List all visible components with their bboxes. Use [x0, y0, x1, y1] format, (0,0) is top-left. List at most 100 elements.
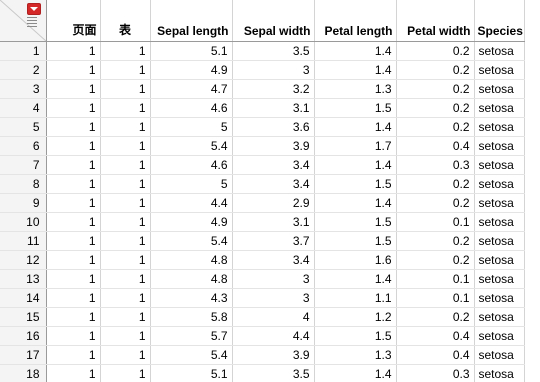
- cell-table[interactable]: 1: [100, 98, 151, 118]
- cell-petal-width[interactable]: 0.4: [396, 345, 475, 365]
- cell-page[interactable]: 1: [46, 155, 101, 175]
- row-number[interactable]: 2: [0, 60, 47, 80]
- cell-sepal-length[interactable]: 4.9: [150, 212, 233, 232]
- cell-sepal-width[interactable]: 3: [232, 60, 315, 80]
- cell-sepal-width[interactable]: 3.9: [232, 136, 315, 156]
- cell-table[interactable]: 1: [100, 288, 151, 308]
- cell-petal-length[interactable]: 1.4: [314, 60, 397, 80]
- cell-sepal-length[interactable]: 4.7: [150, 79, 233, 99]
- cell-petal-width[interactable]: 0.4: [396, 136, 475, 156]
- table-row[interactable]: 10 1 1 4.9 3.1 1.5 0.1 setosa: [0, 212, 525, 232]
- cell-sepal-length[interactable]: 4.6: [150, 155, 233, 175]
- cell-table[interactable]: 1: [100, 326, 151, 346]
- cell-species[interactable]: setosa: [474, 98, 525, 118]
- cell-petal-length[interactable]: 1.4: [314, 269, 397, 289]
- cell-sepal-width[interactable]: 3.6: [232, 117, 315, 137]
- column-header-table[interactable]: 表: [100, 0, 151, 42]
- table-row[interactable]: 1 1 1 5.1 3.5 1.4 0.2 setosa: [0, 41, 525, 61]
- cell-species[interactable]: setosa: [474, 174, 525, 194]
- cell-petal-width[interactable]: 0.1: [396, 288, 475, 308]
- cell-table[interactable]: 1: [100, 41, 151, 61]
- cell-petal-length[interactable]: 1.3: [314, 79, 397, 99]
- row-number[interactable]: 1: [0, 41, 47, 61]
- cell-sepal-length[interactable]: 4.4: [150, 193, 233, 213]
- cell-species[interactable]: setosa: [474, 288, 525, 308]
- row-number[interactable]: 8: [0, 174, 47, 194]
- row-number[interactable]: 13: [0, 269, 47, 289]
- cell-petal-length[interactable]: 1.5: [314, 98, 397, 118]
- column-header-species[interactable]: Species: [474, 0, 525, 42]
- column-header-sepal-width[interactable]: Sepal width: [232, 0, 315, 42]
- red-triangle-menu-icon[interactable]: [27, 3, 41, 15]
- cell-table[interactable]: 1: [100, 250, 151, 270]
- cell-sepal-width[interactable]: 3.5: [232, 364, 315, 382]
- cell-petal-width[interactable]: 0.1: [396, 269, 475, 289]
- cell-petal-width[interactable]: 0.4: [396, 326, 475, 346]
- row-number[interactable]: 3: [0, 79, 47, 99]
- cell-petal-width[interactable]: 0.2: [396, 41, 475, 61]
- cell-species[interactable]: setosa: [474, 269, 525, 289]
- cell-species[interactable]: setosa: [474, 307, 525, 327]
- cell-sepal-length[interactable]: 4.6: [150, 98, 233, 118]
- cell-petal-width[interactable]: 0.2: [396, 60, 475, 80]
- cell-sepal-width[interactable]: 3.4: [232, 250, 315, 270]
- cell-petal-width[interactable]: 0.2: [396, 250, 475, 270]
- cell-sepal-length[interactable]: 5.4: [150, 231, 233, 251]
- cell-sepal-width[interactable]: 3.4: [232, 174, 315, 194]
- cell-petal-length[interactable]: 1.1: [314, 288, 397, 308]
- cell-petal-width[interactable]: 0.3: [396, 155, 475, 175]
- cell-sepal-width[interactable]: 3.4: [232, 155, 315, 175]
- cell-species[interactable]: setosa: [474, 231, 525, 251]
- cell-species[interactable]: setosa: [474, 155, 525, 175]
- cell-petal-width[interactable]: 0.2: [396, 193, 475, 213]
- cell-petal-width[interactable]: 0.2: [396, 117, 475, 137]
- cell-petal-length[interactable]: 1.5: [314, 231, 397, 251]
- row-number[interactable]: 16: [0, 326, 47, 346]
- cell-page[interactable]: 1: [46, 41, 101, 61]
- cell-sepal-length[interactable]: 4.8: [150, 269, 233, 289]
- cell-page[interactable]: 1: [46, 174, 101, 194]
- cell-petal-length[interactable]: 1.5: [314, 212, 397, 232]
- cell-petal-width[interactable]: 0.2: [396, 174, 475, 194]
- cell-species[interactable]: setosa: [474, 79, 525, 99]
- cell-sepal-length[interactable]: 5.4: [150, 136, 233, 156]
- cell-table[interactable]: 1: [100, 155, 151, 175]
- column-header-page[interactable]: 页面: [46, 0, 101, 42]
- cell-petal-length[interactable]: 1.4: [314, 117, 397, 137]
- table-row[interactable]: 4 1 1 4.6 3.1 1.5 0.2 setosa: [0, 98, 525, 118]
- cell-page[interactable]: 1: [46, 307, 101, 327]
- row-lines-icon[interactable]: [27, 17, 37, 29]
- cell-sepal-width[interactable]: 3.2: [232, 79, 315, 99]
- table-row[interactable]: 12 1 1 4.8 3.4 1.6 0.2 setosa: [0, 250, 525, 270]
- cell-sepal-length[interactable]: 5.7: [150, 326, 233, 346]
- cell-petal-length[interactable]: 1.4: [314, 41, 397, 61]
- cell-sepal-length[interactable]: 5.1: [150, 41, 233, 61]
- cell-species[interactable]: setosa: [474, 60, 525, 80]
- table-row[interactable]: 2 1 1 4.9 3 1.4 0.2 setosa: [0, 60, 525, 80]
- cell-species[interactable]: setosa: [474, 250, 525, 270]
- cell-sepal-width[interactable]: 4: [232, 307, 315, 327]
- cell-table[interactable]: 1: [100, 136, 151, 156]
- cell-petal-length[interactable]: 1.6: [314, 250, 397, 270]
- cell-sepal-width[interactable]: 3: [232, 269, 315, 289]
- row-number[interactable]: 9: [0, 193, 47, 213]
- row-number[interactable]: 6: [0, 136, 47, 156]
- cell-species[interactable]: setosa: [474, 212, 525, 232]
- cell-sepal-length[interactable]: 5.1: [150, 364, 233, 382]
- cell-species[interactable]: setosa: [474, 136, 525, 156]
- cell-sepal-width[interactable]: 4.4: [232, 326, 315, 346]
- cell-page[interactable]: 1: [46, 60, 101, 80]
- column-header-sepal-length[interactable]: Sepal length: [150, 0, 233, 42]
- cell-petal-width[interactable]: 0.2: [396, 98, 475, 118]
- cell-species[interactable]: setosa: [474, 364, 525, 382]
- row-number[interactable]: 11: [0, 231, 47, 251]
- cell-page[interactable]: 1: [46, 98, 101, 118]
- table-row[interactable]: 13 1 1 4.8 3 1.4 0.1 setosa: [0, 269, 525, 289]
- cell-species[interactable]: setosa: [474, 117, 525, 137]
- cell-sepal-width[interactable]: 3.1: [232, 98, 315, 118]
- row-number[interactable]: 5: [0, 117, 47, 137]
- cell-petal-width[interactable]: 0.2: [396, 79, 475, 99]
- cell-petal-width[interactable]: 0.2: [396, 307, 475, 327]
- cell-sepal-length[interactable]: 5: [150, 174, 233, 194]
- cell-page[interactable]: 1: [46, 269, 101, 289]
